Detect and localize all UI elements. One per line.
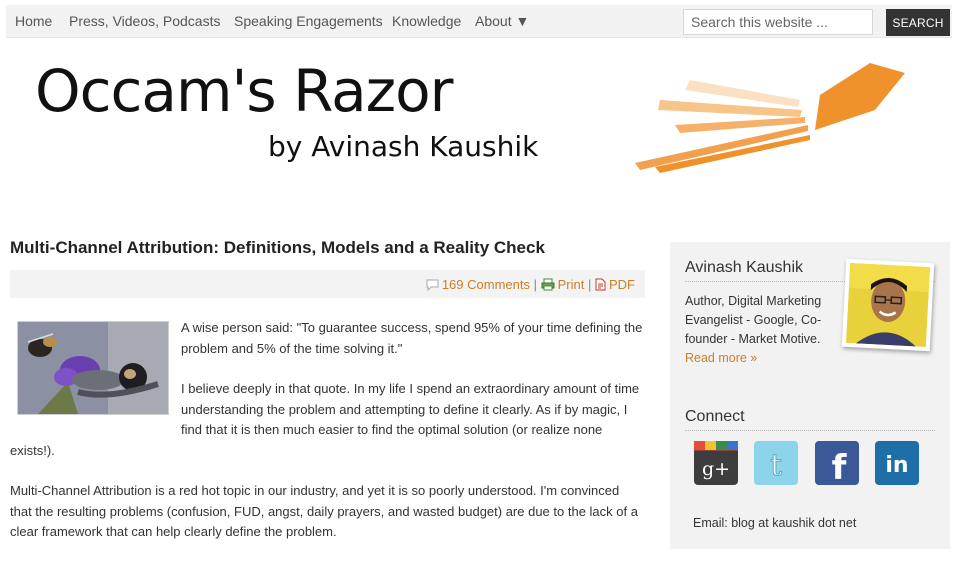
- google-plus-icon[interactable]: g+: [694, 441, 738, 485]
- site-subtitle: by Avinash Kaushik: [268, 130, 539, 163]
- author-avatar[interactable]: [841, 258, 935, 352]
- pdf-link[interactable]: PDF: [609, 277, 635, 292]
- meta-separator: |: [587, 277, 592, 292]
- comment-bubble-icon: [426, 279, 439, 294]
- facebook-icon[interactable]: f: [815, 441, 859, 488]
- search-button[interactable]: SEARCH: [886, 9, 950, 36]
- search-input[interactable]: [683, 9, 873, 35]
- nav-home[interactable]: Home: [15, 13, 52, 29]
- author-name: Avinash Kaushik: [685, 259, 803, 276]
- article-photo-bee-on-flower: [17, 321, 169, 415]
- article-body: A wise person said: "To guarantee succes…: [10, 318, 643, 563]
- post-meta-bar: 169 Comments | Print | PDF: [10, 270, 645, 298]
- sidebar: Avinash Kaushik Author, Digital Marketin…: [670, 242, 950, 549]
- contact-email: Email: blog at kaushik dot net: [693, 516, 857, 530]
- nav-speaking-engagements[interactable]: Speaking Engagements: [234, 13, 383, 29]
- logo-swoosh-graphic: [635, 63, 905, 173]
- nav-about-dropdown[interactable]: About ▼: [475, 13, 529, 29]
- read-more-link[interactable]: Read more »: [685, 351, 757, 365]
- nav-press-videos-podcasts[interactable]: Press, Videos, Podcasts: [69, 13, 220, 29]
- author-bio-text: Author, Digital Marketing Evangelist - G…: [685, 294, 822, 346]
- top-navigation: Home Press, Videos, Podcasts Speaking En…: [6, 5, 952, 38]
- divider: [685, 430, 935, 431]
- article-paragraph: Multi-Channel Attribution is a red hot t…: [10, 483, 638, 539]
- comments-link[interactable]: 169 Comments: [442, 277, 530, 292]
- site-title[interactable]: Occam's Razor: [35, 62, 453, 120]
- author-bio: Author, Digital Marketing Evangelist - G…: [685, 292, 835, 368]
- google-plus-glyph: g+: [702, 458, 730, 480]
- connect-heading: Connect: [685, 408, 745, 425]
- pdf-icon: [595, 278, 606, 294]
- twitter-glyph: t: [770, 448, 782, 483]
- twitter-icon[interactable]: t: [754, 441, 798, 485]
- linkedin-glyph: in: [885, 453, 908, 478]
- facebook-glyph: f: [832, 448, 848, 485]
- nav-knowledge[interactable]: Knowledge: [392, 13, 461, 29]
- linkedin-icon[interactable]: in: [875, 441, 919, 485]
- meta-separator: |: [533, 277, 537, 292]
- post-title[interactable]: Multi-Channel Attribution: Definitions, …: [10, 238, 545, 258]
- print-link[interactable]: Print: [558, 277, 585, 292]
- printer-icon: [541, 278, 555, 294]
